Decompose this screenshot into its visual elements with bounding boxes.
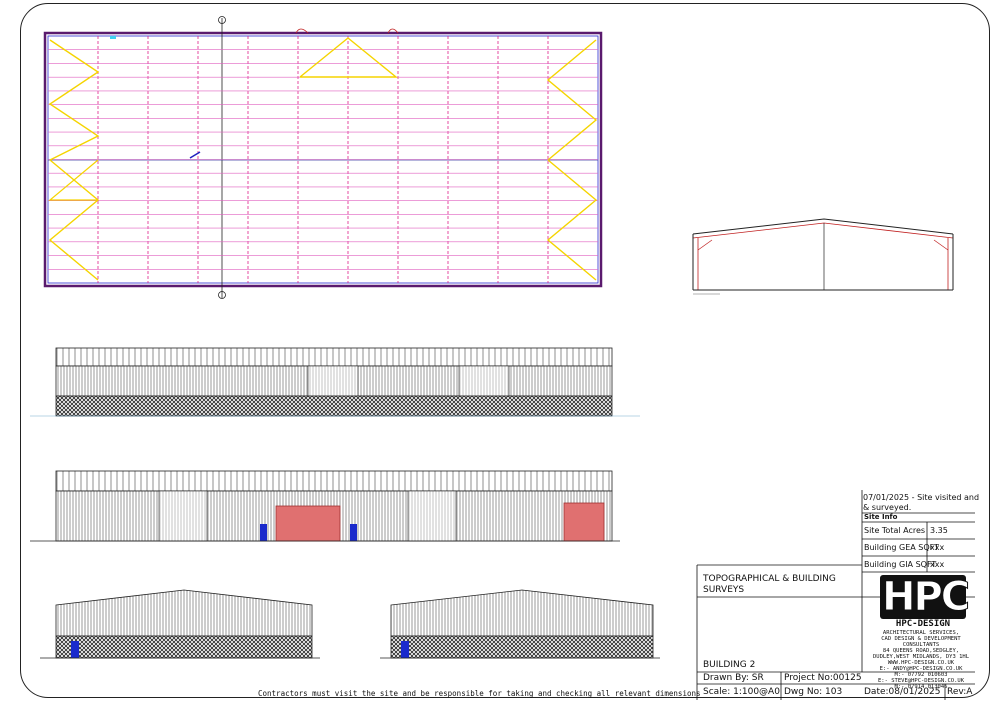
drawing-scale: Scale: 1:100@A0 xyxy=(703,687,780,697)
drawn-by: Drawn By: SR xyxy=(703,673,764,683)
gea-sqft-value: xxx xyxy=(930,543,945,552)
drawing-number: Dwg No: 103 xyxy=(784,687,843,697)
contractor-note: Contractors must visit the site and be r… xyxy=(258,689,701,698)
logo-text: HPC xyxy=(882,574,971,621)
gia-sqft-value: xxx xyxy=(930,560,945,569)
building-name: BUILDING 2 xyxy=(703,660,756,670)
company-details: ARCHITECTURAL SERVICES, CAD DESIGN & DEV… xyxy=(866,630,976,690)
site-info-header: Site Info xyxy=(864,513,898,521)
gea-sqft-label: Building GEA SQFT xyxy=(864,543,939,552)
project-title-line2: SURVEYS xyxy=(703,585,745,595)
gia-sqft-label: Building GIA SQFT xyxy=(864,560,937,569)
site-acres-value: 3.35 xyxy=(930,526,948,535)
company-mobile-2: M:- 07914 013046 xyxy=(894,684,948,690)
project-number: Project No:00125 xyxy=(784,673,862,683)
title-block-lines xyxy=(696,490,975,700)
site-acres-label: Site Total Acres xyxy=(864,526,926,535)
company-name: HPC-DESIGN xyxy=(895,619,951,629)
project-title-line1: TOPOGRAPHICAL & BUILDING xyxy=(703,574,836,584)
